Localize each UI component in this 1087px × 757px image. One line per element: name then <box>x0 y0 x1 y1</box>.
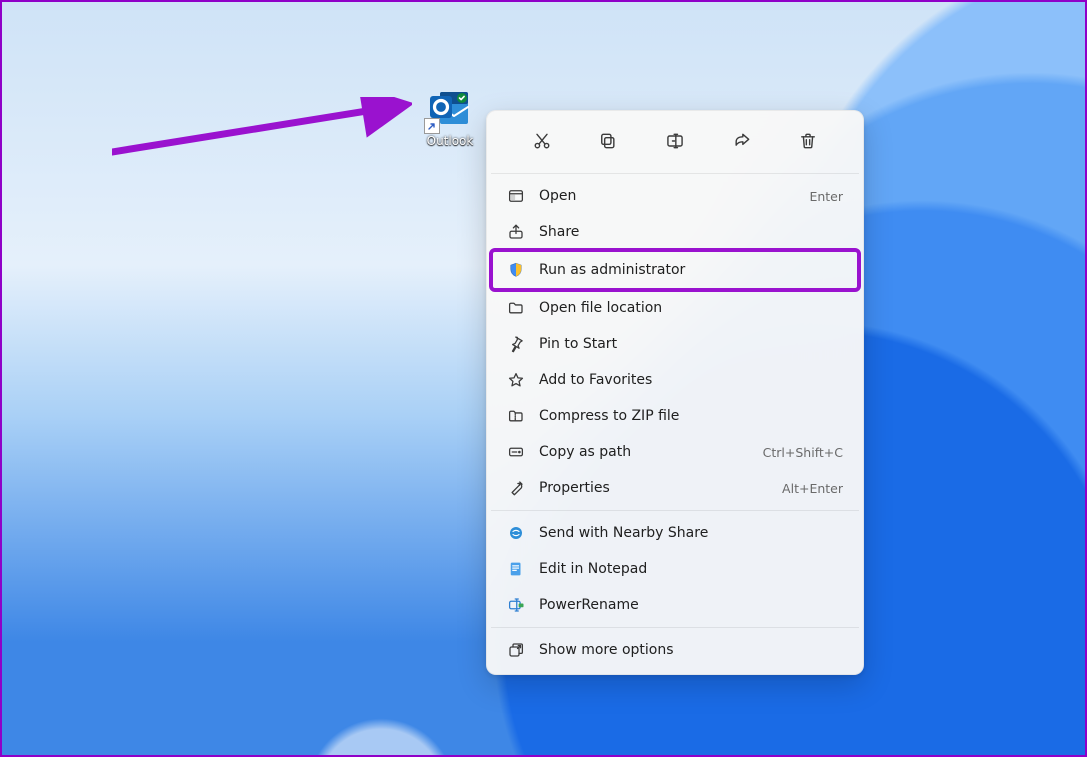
notepad-icon <box>507 560 525 578</box>
shortcut-text: Alt+Enter <box>782 481 843 496</box>
shortcut-text: Ctrl+Shift+C <box>763 445 843 460</box>
separator <box>491 173 859 174</box>
wrench-icon <box>507 479 525 497</box>
copy-icon <box>598 131 618 151</box>
shield-admin-icon <box>507 261 525 279</box>
outlook-app-icon <box>426 84 474 132</box>
context-menu-icon-row <box>493 117 857 169</box>
label: Open file location <box>539 300 843 316</box>
menu-item-open-file-location[interactable]: Open file location <box>493 290 857 326</box>
menu-item-show-more-options[interactable]: Show more options <box>493 632 857 668</box>
delete-button[interactable] <box>786 123 830 159</box>
nearby-share-icon <box>507 524 525 542</box>
label: PowerRename <box>539 597 843 613</box>
shortcut-overlay-icon <box>424 118 440 134</box>
label: Properties <box>539 480 768 496</box>
context-menu: Open Enter Share Run as administrator Op… <box>486 110 864 675</box>
label: Send with Nearby Share <box>539 525 843 541</box>
label: Pin to Start <box>539 336 843 352</box>
annotation-arrow <box>112 97 412 157</box>
menu-item-share[interactable]: Share <box>493 214 857 250</box>
desktop-icon-label: Outlook <box>420 134 480 148</box>
star-icon <box>507 371 525 389</box>
show-more-icon <box>507 641 525 659</box>
desktop-icon-outlook[interactable]: Outlook <box>420 84 480 148</box>
menu-item-open[interactable]: Open Enter <box>493 178 857 214</box>
label: Open <box>539 188 795 204</box>
label: Share <box>539 224 843 240</box>
menu-item-properties[interactable]: Properties Alt+Enter <box>493 470 857 506</box>
cut-button[interactable] <box>520 123 564 159</box>
scissors-icon <box>532 131 552 151</box>
copy-button[interactable] <box>586 123 630 159</box>
windows-desktop: Outlook <box>0 0 1087 757</box>
separator <box>491 510 859 511</box>
open-icon <box>507 187 525 205</box>
separator <box>491 627 859 628</box>
label: Run as administrator <box>539 262 843 278</box>
share-button[interactable] <box>720 123 764 159</box>
menu-item-copy-as-path[interactable]: Copy as path Ctrl+Shift+C <box>493 434 857 470</box>
share-arrow-icon <box>732 131 752 151</box>
zip-icon <box>507 407 525 425</box>
trash-icon <box>798 131 818 151</box>
share-icon <box>507 223 525 241</box>
label: Edit in Notepad <box>539 561 843 577</box>
menu-item-compress-to-zip[interactable]: Compress to ZIP file <box>493 398 857 434</box>
menu-item-run-as-administrator[interactable]: Run as administrator <box>489 248 861 292</box>
rename-button[interactable] <box>653 123 697 159</box>
label: Compress to ZIP file <box>539 408 843 424</box>
copy-path-icon <box>507 443 525 461</box>
pin-icon <box>507 335 525 353</box>
menu-item-powerrename[interactable]: PowerRename <box>493 587 857 623</box>
menu-item-add-to-favorites[interactable]: Add to Favorites <box>493 362 857 398</box>
label: Show more options <box>539 642 843 658</box>
powerrename-icon <box>507 596 525 614</box>
menu-item-edit-in-notepad[interactable]: Edit in Notepad <box>493 551 857 587</box>
folder-icon <box>507 299 525 317</box>
label: Copy as path <box>539 444 749 460</box>
rename-icon <box>665 131 685 151</box>
label: Add to Favorites <box>539 372 843 388</box>
shortcut-text: Enter <box>809 189 843 204</box>
menu-item-pin-to-start[interactable]: Pin to Start <box>493 326 857 362</box>
menu-item-nearby-share[interactable]: Send with Nearby Share <box>493 515 857 551</box>
